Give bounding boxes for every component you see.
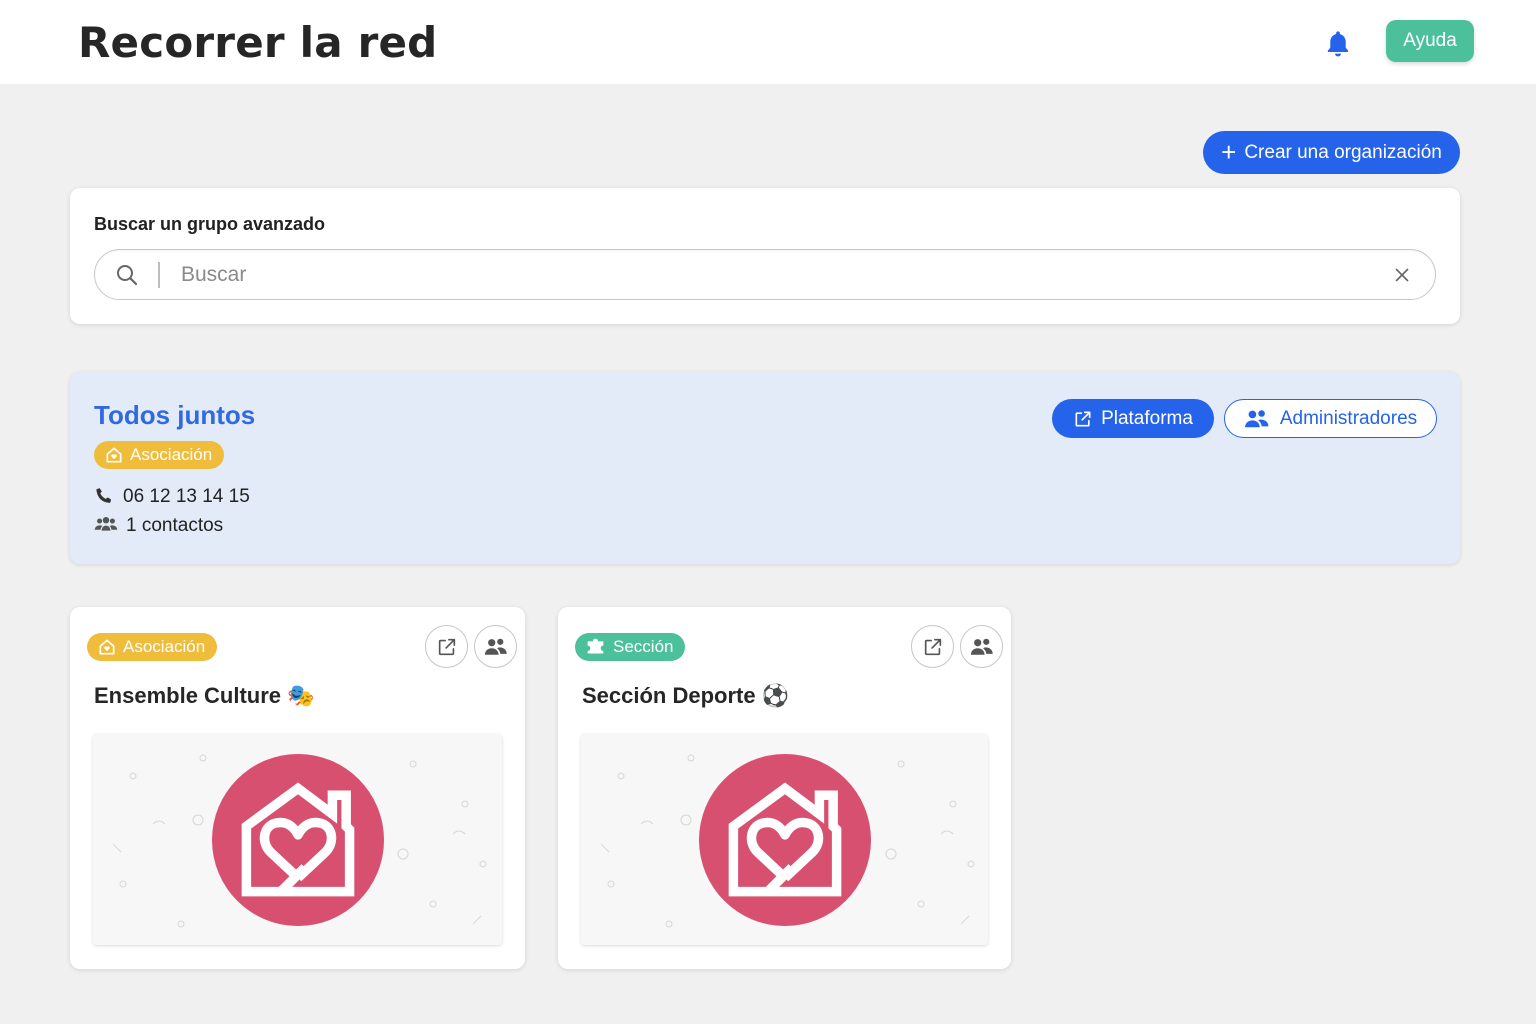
clear-icon[interactable] bbox=[1391, 264, 1413, 286]
help-button[interactable]: Ayuda bbox=[1386, 20, 1474, 62]
create-organization-label: Crear una organización bbox=[1244, 141, 1442, 163]
open-group-button[interactable] bbox=[911, 625, 954, 668]
external-link-icon bbox=[438, 638, 455, 655]
organization-contacts: 1 contactos bbox=[126, 515, 224, 536]
create-organization-button[interactable]: + Crear una organización bbox=[1203, 131, 1460, 174]
search-label: Buscar un grupo avanzado bbox=[94, 214, 326, 234]
platform-button[interactable]: Plataforma bbox=[1052, 399, 1214, 438]
platform-label: Plataforma bbox=[1101, 407, 1193, 429]
search-box[interactable] bbox=[94, 249, 1436, 300]
plus-icon: + bbox=[1221, 136, 1237, 167]
contacts-icon bbox=[94, 517, 118, 531]
external-link-icon bbox=[924, 638, 941, 655]
house-heart-icon bbox=[698, 753, 871, 926]
association-badge: Asociación bbox=[87, 633, 218, 661]
admins-icon bbox=[484, 638, 507, 655]
page-title: Recorrer la red bbox=[78, 18, 438, 67]
admins-icon bbox=[1244, 409, 1269, 427]
puzzle-icon bbox=[587, 638, 604, 654]
group-card[interactable]: Asociación Ensemble Culture 🎭 bbox=[70, 607, 525, 969]
association-badge: Asociación bbox=[94, 441, 225, 469]
section-badge: Sección bbox=[575, 633, 686, 661]
top-bar: Recorrer la red Ayuda bbox=[0, 0, 1536, 84]
administrators-label: Administradores bbox=[1279, 407, 1418, 429]
organization-name[interactable]: Todos juntos bbox=[94, 400, 255, 431]
organization-card: Todos juntos Asociación 06 12 13 14 15 1… bbox=[70, 372, 1460, 564]
external-link-icon bbox=[1075, 411, 1091, 426]
house-icon bbox=[106, 447, 122, 463]
group-title[interactable]: Sección Deporte ⚽ bbox=[582, 683, 789, 709]
group-admins-button[interactable] bbox=[474, 625, 517, 668]
phone-icon bbox=[96, 488, 112, 503]
search-separator bbox=[158, 262, 160, 288]
group-badge-label: Sección bbox=[613, 637, 674, 656]
group-badge-label: Asociación bbox=[123, 637, 206, 656]
group-title[interactable]: Ensemble Culture 🎭 bbox=[94, 683, 315, 709]
house-heart-icon bbox=[211, 753, 384, 926]
search-input[interactable] bbox=[181, 258, 1361, 292]
administrators-button[interactable]: Administradores bbox=[1224, 399, 1437, 438]
association-badge-label: Asociación bbox=[130, 445, 213, 464]
group-image bbox=[93, 734, 502, 945]
organization-phone: 06 12 13 14 15 bbox=[123, 486, 250, 507]
group-image bbox=[581, 734, 988, 945]
admins-icon bbox=[970, 638, 993, 655]
group-admins-button[interactable] bbox=[960, 625, 1003, 668]
house-icon bbox=[99, 639, 115, 655]
open-group-button[interactable] bbox=[425, 625, 468, 668]
search-icon bbox=[117, 265, 138, 286]
bell-icon[interactable] bbox=[1322, 28, 1354, 60]
search-card: Buscar un grupo avanzado bbox=[70, 188, 1460, 324]
group-card[interactable]: Sección Sección Deporte ⚽ bbox=[558, 607, 1011, 969]
